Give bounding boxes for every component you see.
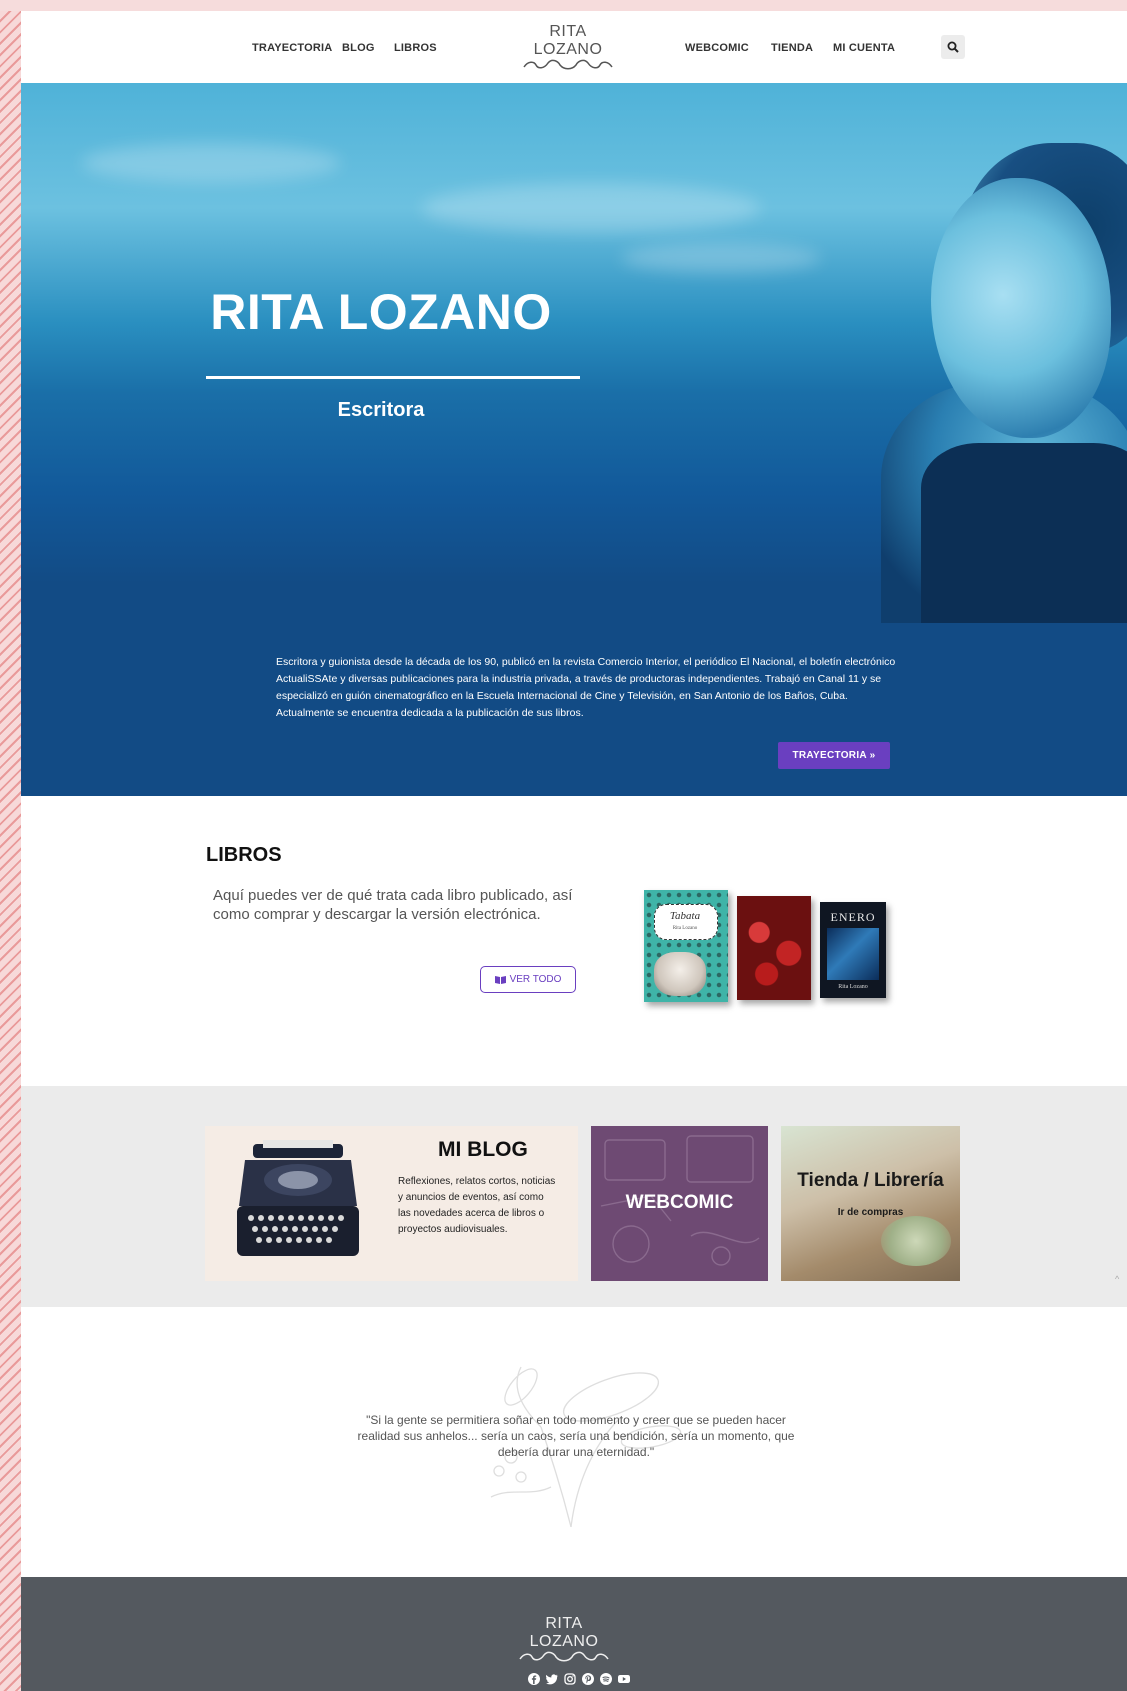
book-art bbox=[827, 928, 879, 980]
blog-title: MI BLOG bbox=[438, 1138, 528, 1161]
cloud-shape bbox=[421, 183, 761, 233]
ver-todo-label: VER TODO bbox=[509, 974, 562, 985]
webcomic-title: WEBCOMIC bbox=[625, 1192, 734, 1213]
features-section: MI BLOG Reflexiones, relatos cortos, not… bbox=[21, 1086, 1127, 1307]
libros-description: Aquí puedes ver de qué trata cada libro … bbox=[213, 887, 573, 923]
cup-image bbox=[881, 1216, 951, 1266]
youtube-icon[interactable] bbox=[618, 1673, 630, 1685]
portrait-top bbox=[921, 443, 1127, 623]
webcomic-card[interactable]: WEBCOMIC bbox=[591, 1126, 768, 1281]
site-logo[interactable]: RITA LOZANO bbox=[518, 23, 618, 71]
logo-flourish-icon bbox=[519, 1651, 609, 1662]
book-title: ENERO bbox=[830, 910, 876, 924]
hero-background-photo bbox=[21, 83, 1127, 623]
book-cover-cherries[interactable] bbox=[737, 896, 811, 1000]
shop-card[interactable]: Tienda / Librería Ir de compras bbox=[781, 1126, 960, 1281]
facebook-icon[interactable] bbox=[528, 1673, 540, 1685]
nav-mi-cuenta[interactable]: MI CUENTA bbox=[833, 42, 895, 54]
search-button[interactable] bbox=[941, 35, 965, 59]
nav-trayectoria[interactable]: TRAYECTORIA bbox=[252, 42, 332, 54]
hero-subtitle: Escritora bbox=[337, 399, 425, 421]
nav-webcomic[interactable]: WEBCOMIC bbox=[685, 42, 749, 54]
search-icon bbox=[947, 41, 959, 53]
footer-logo[interactable]: RITA LOZANO bbox=[514, 1615, 614, 1663]
book-author: Rita Lozano bbox=[838, 984, 868, 990]
top-band bbox=[0, 0, 1127, 11]
quote-section: "Si la gente se permitiera soñar en todo… bbox=[21, 1307, 1127, 1577]
hero-section: RITA LOZANO Escritora Escritora y guioni… bbox=[21, 83, 1127, 796]
book-open-icon bbox=[494, 976, 506, 984]
typewriter-icon bbox=[237, 1140, 359, 1256]
instagram-icon[interactable] bbox=[564, 1673, 576, 1685]
shop-title: Tienda / Librería bbox=[797, 1170, 944, 1191]
blog-description: Reflexiones, relatos cortos, noticias y … bbox=[398, 1176, 556, 1235]
site-footer: RITA LOZANO bbox=[21, 1577, 1127, 1691]
social-links bbox=[528, 1673, 630, 1685]
twitter-icon[interactable] bbox=[546, 1673, 558, 1685]
libros-section: LIBROS Aquí puedes ver de qué trata cada… bbox=[21, 796, 1127, 1086]
nav-tienda[interactable]: TIENDA bbox=[771, 42, 813, 54]
blog-card[interactable]: MI BLOG Reflexiones, relatos cortos, not… bbox=[205, 1126, 578, 1281]
cloud-shape bbox=[81, 143, 341, 183]
book-title: Tabata bbox=[669, 910, 701, 922]
book-author: Rita Lozano bbox=[672, 926, 698, 931]
quote-text: "Si la gente se permitiera soñar en todo… bbox=[357, 1413, 795, 1459]
cloud-shape bbox=[621, 243, 821, 273]
dog-image bbox=[654, 952, 706, 996]
site-header: TRAYECTORIA BLOG LIBROS RITA LOZANO WEBC… bbox=[21, 11, 1127, 83]
logo-flourish-icon bbox=[523, 59, 613, 70]
scroll-up-icon[interactable]: ^ bbox=[1115, 1274, 1119, 1284]
hero-title: RITA LOZANO bbox=[210, 284, 552, 340]
libros-heading: LIBROS bbox=[206, 844, 282, 866]
pinterest-icon[interactable] bbox=[582, 1673, 594, 1685]
nav-blog[interactable]: BLOG bbox=[342, 42, 375, 54]
ver-todo-button[interactable]: VER TODO bbox=[480, 966, 576, 993]
shop-link[interactable]: Ir de compras bbox=[781, 1207, 960, 1218]
spotify-icon[interactable] bbox=[600, 1673, 612, 1685]
hero-divider bbox=[206, 376, 580, 379]
book-cover-enero[interactable]: ENERO Rita Lozano bbox=[820, 902, 886, 998]
page: TRAYECTORIA BLOG LIBROS RITA LOZANO WEBC… bbox=[21, 11, 1127, 1691]
hero-bio-text: Escritora y guionista desde la década de… bbox=[276, 656, 896, 719]
nav-libros[interactable]: LIBROS bbox=[394, 42, 437, 54]
footer-logo-text: RITA LOZANO bbox=[529, 1615, 599, 1650]
logo-text: RITA LOZANO bbox=[533, 23, 603, 58]
book-cover-tabata[interactable]: Tabata Rita Lozano bbox=[644, 890, 728, 1002]
trayectoria-button[interactable]: TRAYECTORIA » bbox=[778, 742, 890, 769]
